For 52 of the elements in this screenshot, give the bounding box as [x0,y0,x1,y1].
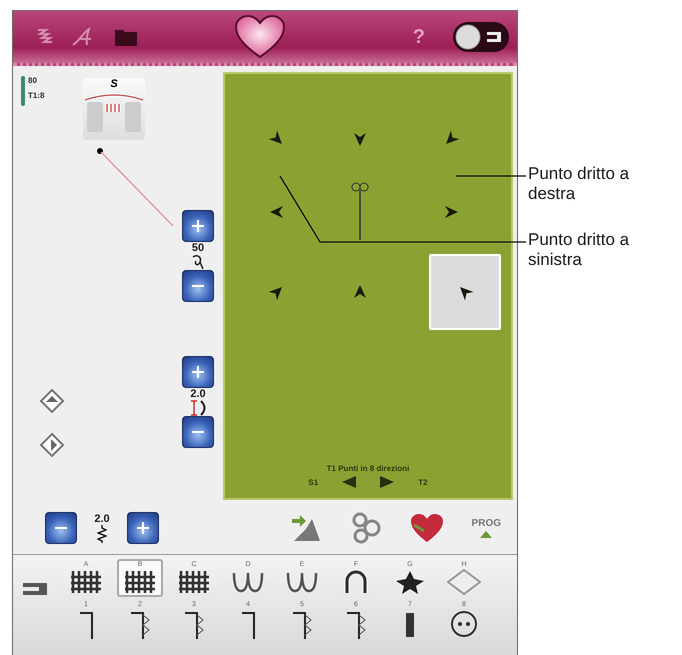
stitch-pattern-icon [241,609,255,639]
stitch-pattern-icon [69,569,103,595]
arrow-icon [352,131,368,147]
decrease-button[interactable] [182,416,214,448]
callout-label: Punto dritto a destra [528,164,630,204]
plus-icon [191,219,205,233]
thread-tension-icon [191,254,205,270]
minus-icon [191,430,205,434]
previous-stitch: S1 [308,478,318,486]
next-arrow-icon[interactable] [380,476,394,488]
program-button[interactable]: PROG [472,518,501,538]
zigzag-icon [97,525,107,543]
increase-button[interactable] [182,356,214,388]
presser-foot-arrow-icon[interactable] [290,513,322,543]
plus-icon [191,365,205,379]
needle-size: 80 [28,76,38,85]
tension-value: 50 [192,242,204,254]
arrow-icon [443,204,459,220]
mirror-horizontal-icon[interactable] [39,432,65,458]
previous-arrow-icon[interactable] [342,476,356,488]
toggle-switch[interactable] [453,22,509,52]
heart-icon[interactable] [410,513,444,543]
help-button[interactable]: ? [412,26,425,48]
stitch-width-icon [190,400,206,416]
arrow-icon [352,284,368,300]
minus-icon [54,526,68,530]
stitch-pattern-icon [177,569,211,595]
mirror-vertical-icon[interactable] [39,388,65,414]
increase-button[interactable] [127,512,159,544]
minus-icon [191,284,205,288]
heart-icon[interactable] [235,15,285,59]
sewing-machine-icon[interactable] [23,583,47,595]
folder-icon[interactable] [115,28,137,46]
stitch-pattern-icon [447,569,481,595]
decrease-button[interactable] [45,512,77,544]
callout-label: Punto dritto a sinistra [528,230,630,270]
decrease-button[interactable] [182,270,214,302]
plus-icon [136,521,150,535]
thread-setting: T1:8 [28,91,44,100]
presser-foot-label: S [110,78,118,90]
stitch-width-value: 2.0 [190,388,206,400]
next-stitch: T2 [418,478,428,486]
needle-icon [350,182,370,242]
arrow-icon [268,204,284,220]
increase-button[interactable] [182,210,214,242]
triangle-icon [480,531,492,538]
stitch-pattern-icon [79,609,93,639]
stitch-title: T1 Punti in 8 direzioni [326,464,410,473]
needle-icon [21,76,25,106]
stitch-pattern-icon [123,569,157,595]
stitch-length-value: 2.0 [94,513,110,525]
loops-icon[interactable] [350,512,382,544]
